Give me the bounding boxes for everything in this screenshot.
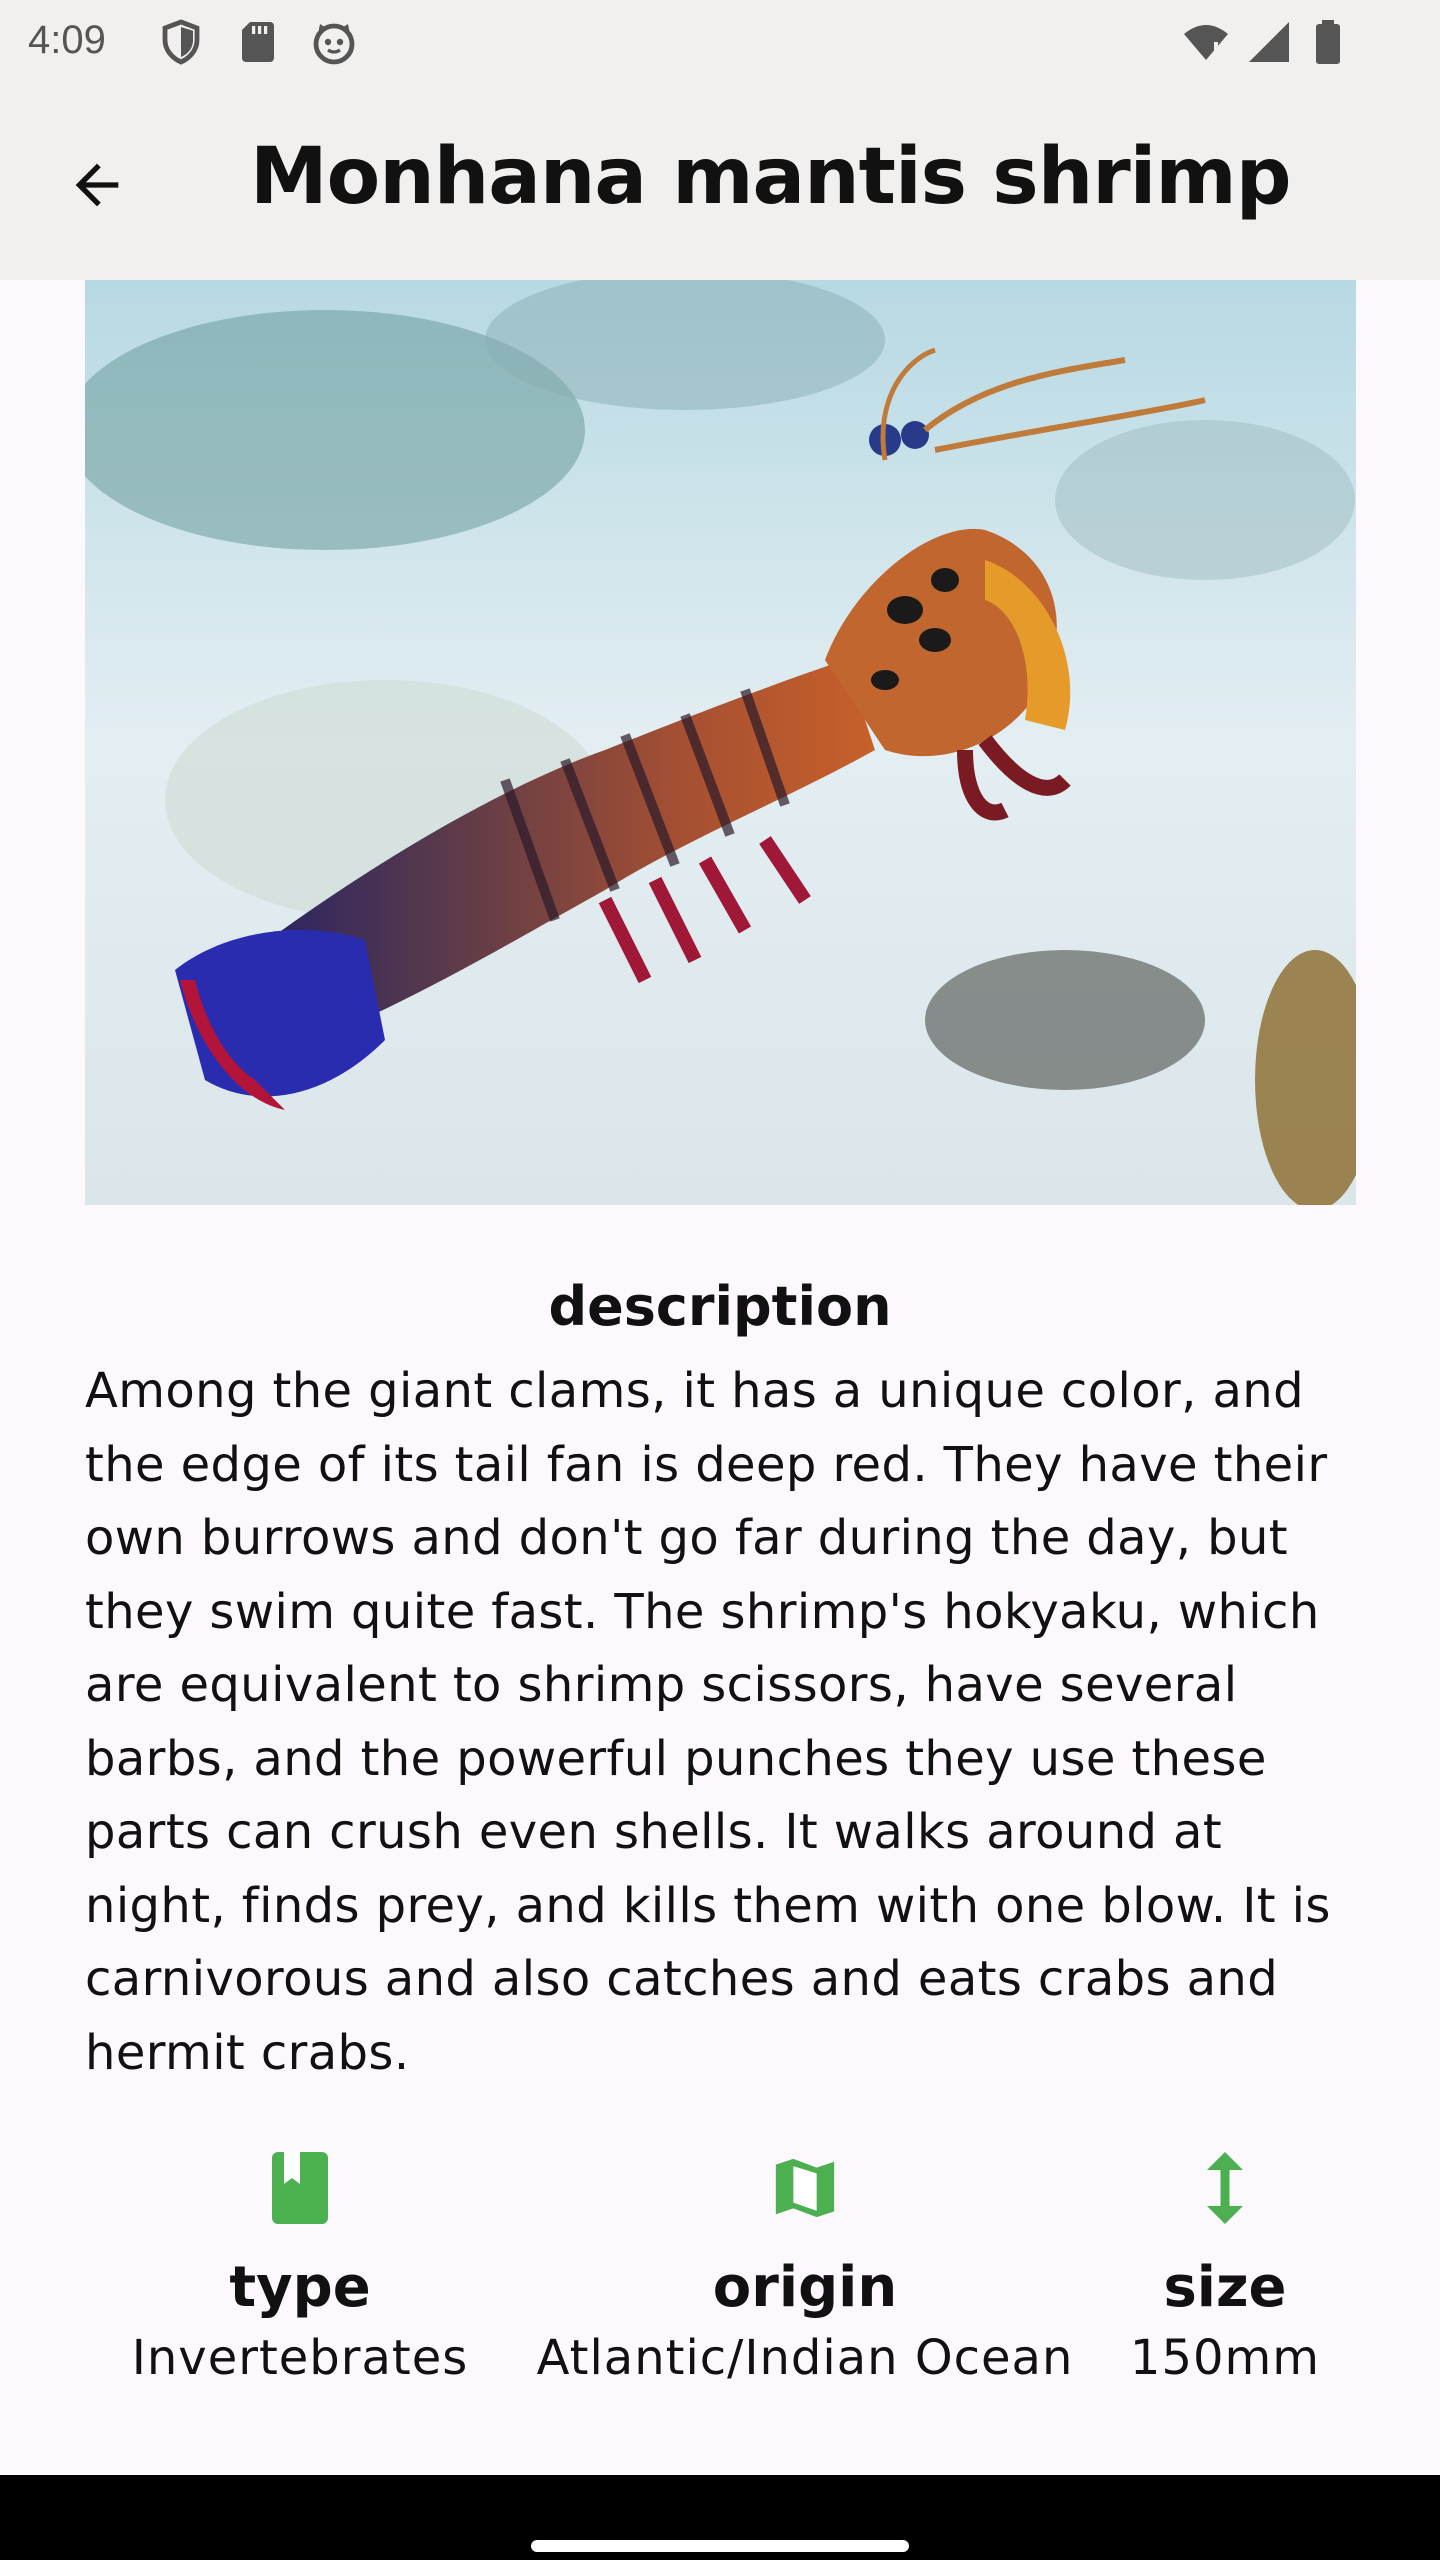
battery-icon	[1316, 20, 1340, 64]
size-value: 150mm	[1129, 2330, 1321, 2386]
origin-value: Atlantic/Indian Ocean	[536, 2330, 1074, 2386]
size-label: size	[1163, 2255, 1287, 2320]
height-arrows-icon	[1207, 2152, 1243, 2224]
type-value: Invertebrates	[131, 2330, 469, 2386]
arrow-back-icon	[75, 163, 119, 207]
page-title: Monhana mantis shrimp	[250, 132, 1292, 222]
description-heading: description	[548, 1275, 892, 1338]
back-button[interactable]	[54, 142, 140, 228]
species-photo	[85, 280, 1356, 1205]
origin-label: origin	[712, 2255, 898, 2320]
info-size: size 150mm	[1110, 2150, 1340, 2388]
map-icon	[775, 2158, 835, 2218]
cat-face-icon	[313, 23, 355, 65]
type-label: type	[229, 2255, 371, 2320]
description-text: Among the giant clams, it has a unique c…	[85, 1363, 1331, 2081]
book-icon	[272, 2152, 328, 2224]
wifi-icon	[1184, 25, 1228, 60]
info-type: type Invertebrates	[110, 2150, 490, 2388]
app-bar: Monhana mantis shrimp	[0, 84, 1440, 280]
home-gesture-handle[interactable]	[531, 2540, 909, 2552]
status-time: 4:09	[28, 18, 106, 62]
shield-icon	[162, 19, 200, 65]
status-bar: 4:09	[0, 0, 1440, 84]
info-origin: origin Atlantic/Indian Ocean	[510, 2150, 1100, 2388]
sd-card-icon	[242, 22, 274, 62]
signal-icon	[1249, 22, 1289, 62]
